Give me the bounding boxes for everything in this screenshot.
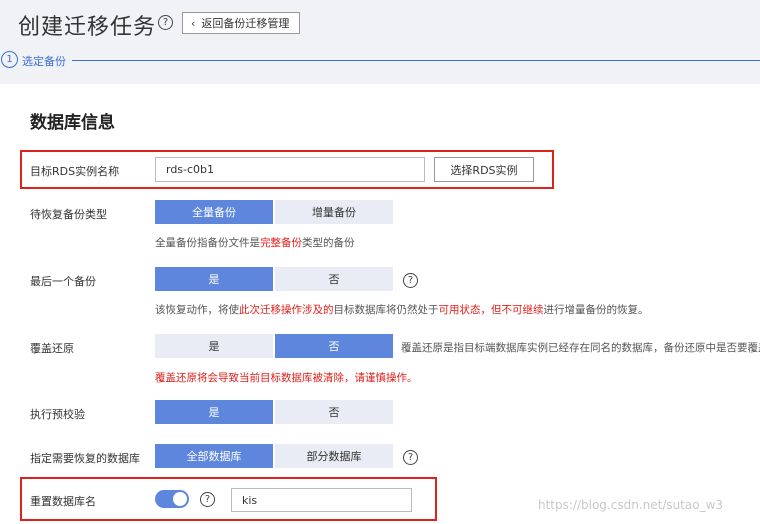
pre-check-yes-option[interactable]: 是 — [155, 400, 273, 424]
overwrite-restore-yes-option[interactable]: 是 — [155, 334, 273, 358]
hint-text: 进行增量备份的恢复。 — [543, 304, 649, 316]
restore-type-label: 待恢复备份类型 — [30, 208, 107, 221]
restore-type-incremental-option[interactable]: 增量备份 — [275, 200, 393, 224]
hint-text: 目标数据库将仍然处于 — [333, 304, 439, 316]
hint-text: 全量备份指备份文件是 — [155, 237, 260, 249]
step-label: 选定备份 — [22, 55, 66, 68]
watermark: https://blog.csdn.net/sutao_w3 — [538, 498, 724, 512]
last-backup-segment: 是 否 — [155, 267, 393, 291]
section-title: 数据库信息 — [30, 113, 115, 133]
last-backup-hint: 该恢复动作，将使此次迁移操作涉及的目标数据库将仍然处于可用状态，但不可继续进行增… — [155, 302, 649, 317]
overwrite-restore-inline-hint: 覆盖还原是指目标端数据库实例已经存在同名的数据库，备份还原中是否要覆盖 — [401, 342, 760, 354]
hint-highlight: 可用状态，但不可继续 — [438, 304, 544, 316]
pre-check-no-option[interactable]: 否 — [275, 400, 393, 424]
hint-highlight: 完整备份 — [260, 237, 302, 249]
last-backup-yes-option[interactable]: 是 — [155, 267, 273, 291]
hint-text: 该恢复动作，将使 — [155, 304, 239, 316]
question-circle-icon[interactable]: ? — [158, 15, 173, 30]
overwrite-restore-segment: 是 否 — [155, 334, 393, 358]
step-number: 1 — [1, 51, 18, 68]
rename-database-toggle[interactable] — [155, 490, 189, 508]
select-rds-instance-button[interactable]: 选择RDS实例 — [434, 157, 534, 182]
question-circle-icon[interactable]: ? — [200, 492, 215, 507]
restore-partial-databases-option[interactable]: 部分数据库 — [275, 444, 393, 468]
restore-type-segment: 全量备份 增量备份 — [155, 200, 393, 224]
step-progress-line — [72, 60, 760, 61]
hint-highlight: 此次迁移操作涉及的 — [239, 304, 334, 316]
overwrite-restore-no-option[interactable]: 否 — [275, 334, 393, 358]
restore-type-full-option[interactable]: 全量备份 — [155, 200, 273, 224]
database-name-input[interactable]: kis — [231, 488, 412, 512]
question-circle-icon[interactable]: ? — [403, 273, 418, 288]
question-circle-icon[interactable]: ? — [403, 450, 418, 465]
overwrite-restore-label: 覆盖还原 — [30, 342, 74, 355]
target-instance-input[interactable]: rds-c0b1 — [155, 157, 425, 182]
restore-databases-label: 指定需要恢复的数据库 — [30, 452, 140, 465]
toggle-knob — [173, 492, 187, 506]
target-instance-label: 目标RDS实例名称 — [30, 165, 120, 178]
restore-type-hint: 全量备份指备份文件是完整备份类型的备份 — [155, 235, 355, 250]
pre-check-label: 执行预校验 — [30, 408, 85, 421]
back-to-migration-management-button[interactable]: ‹ 返回备份迁移管理 — [182, 12, 300, 34]
page-title: 创建迁移任务 — [18, 15, 157, 40]
pre-check-segment: 是 否 — [155, 400, 393, 424]
chevron-left-icon: ‹ — [191, 16, 196, 30]
rename-database-label: 重置数据库名 — [30, 495, 96, 508]
restore-databases-segment: 全部数据库 部分数据库 — [155, 444, 393, 468]
overwrite-restore-warning: 覆盖还原将会导致当前目标数据库被清除，请谨慎操作。 — [155, 372, 418, 384]
last-backup-no-option[interactable]: 否 — [275, 267, 393, 291]
back-button-label: 返回备份迁移管理 — [201, 17, 290, 30]
hint-text: 类型的备份 — [302, 237, 355, 249]
last-backup-label: 最后一个备份 — [30, 275, 96, 288]
page-header: 创建迁移任务 ? ‹ 返回备份迁移管理 1 选定备份 — [0, 0, 760, 84]
restore-all-databases-option[interactable]: 全部数据库 — [155, 444, 273, 468]
